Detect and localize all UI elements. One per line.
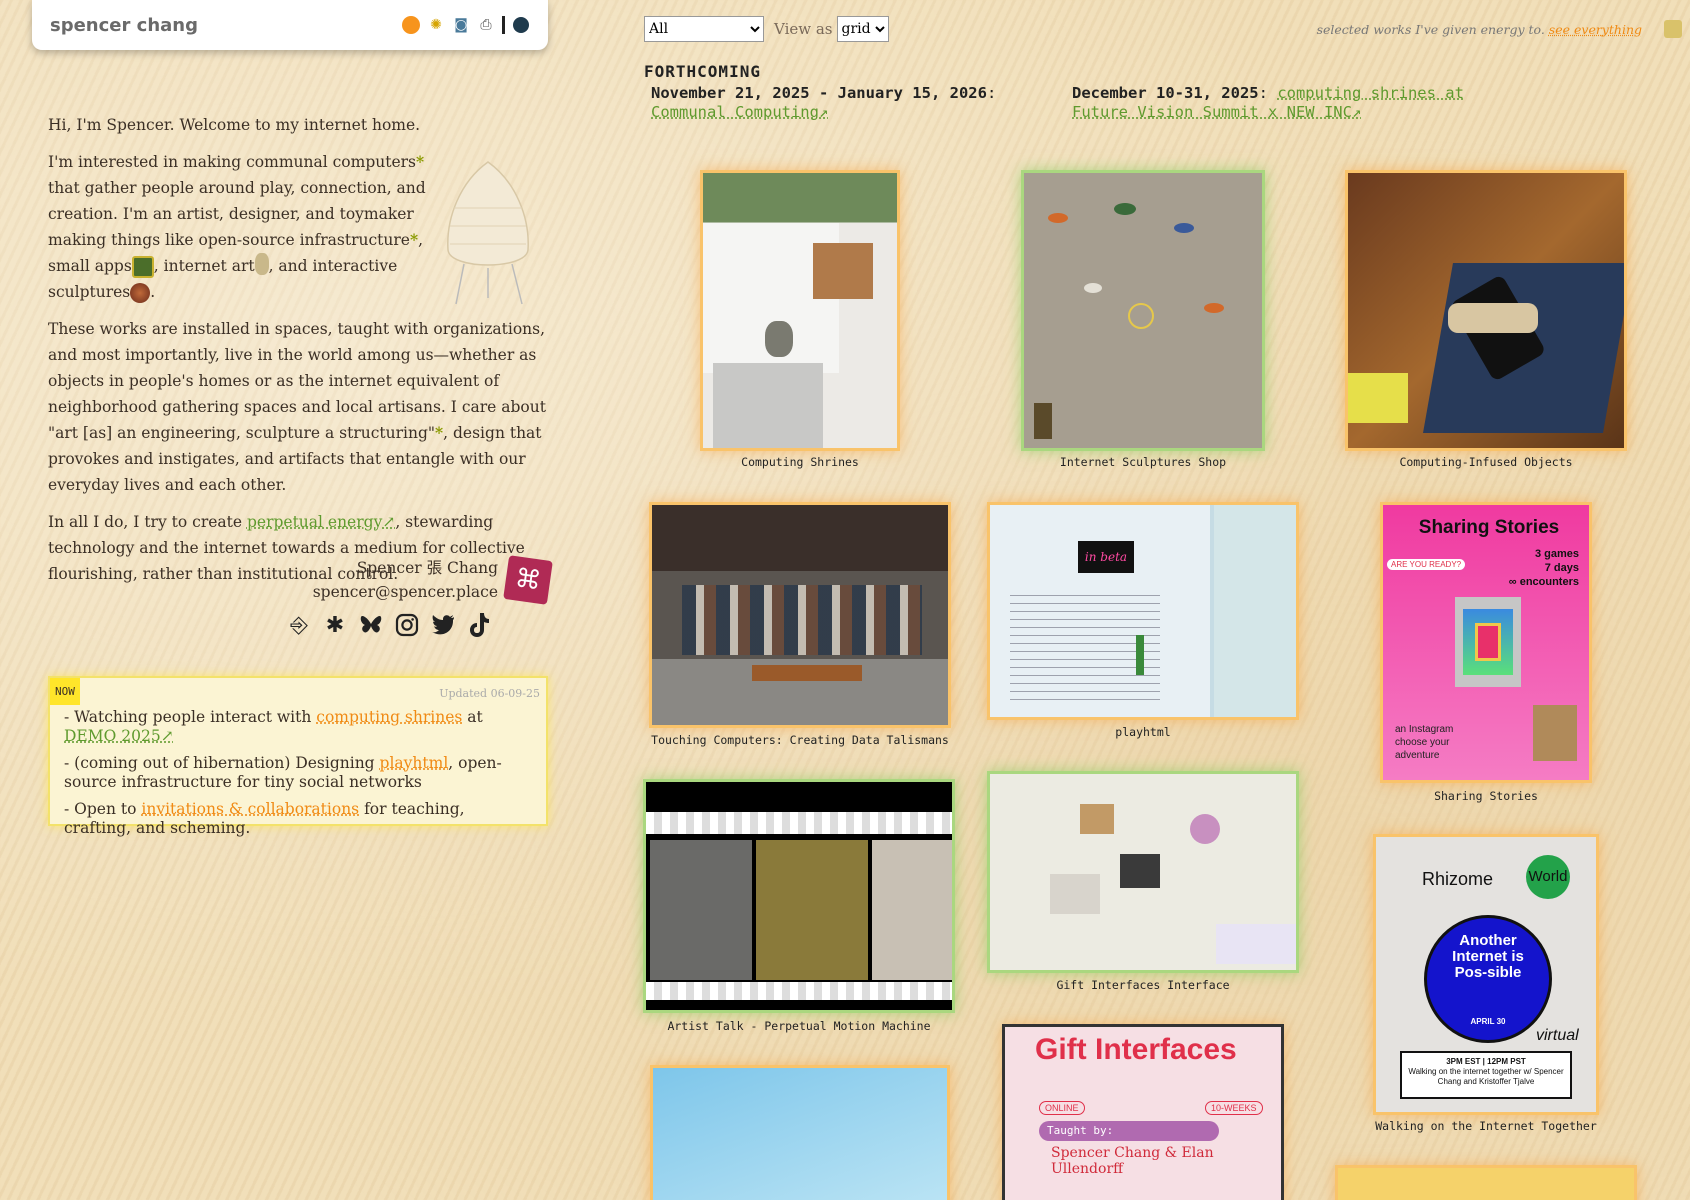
internet-art-icon[interactable] [255,253,269,275]
work-card-internet-sculptures-shop[interactable]: Internet Sculptures Shop [1021,170,1265,475]
work-card-playhtml[interactable]: in beta playhtml [987,502,1299,742]
work-thumbnail[interactable] [1345,170,1627,451]
work-thumbnail[interactable] [700,170,900,451]
work-thumbnail[interactable] [987,771,1299,973]
forthcoming-title: FORTHCOMING [644,62,761,81]
work-thumbnail[interactable]: Gift Interfaces ONLINE 10-WEEKS Taught b… [1002,1024,1284,1200]
work-card-computing-infused-objects[interactable]: Computing-Infused Objects [1345,170,1627,475]
work-title[interactable]: Walking on the Internet Together [1373,1119,1599,1133]
perpetual-energy-link[interactable]: perpetual energy↗ [247,513,395,531]
gift-poster-title: Gift Interfaces [1035,1035,1255,1065]
work-title[interactable]: Artist Talk - Perpetual Motion Machine [643,1019,955,1033]
now-list: - Watching people interact with computin… [64,708,532,838]
orange-circle-icon[interactable] [402,16,420,34]
work-card-gift-interfaces-poster[interactable]: Gift Interfaces ONLINE 10-WEEKS Taught b… [1002,1024,1284,1200]
dark-circle-icon[interactable] [512,16,530,34]
communal-computing-link[interactable]: Communal Computing↗ [651,103,828,121]
email-address[interactable]: spencer@spencer.place [48,580,498,604]
instagram-icon[interactable] [394,612,420,638]
work-title[interactable]: Computing-Infused Objects [1345,455,1627,469]
site-header: spencer chang ✺ ◙ ⎙ [32,0,548,50]
work-card-artist-talk[interactable]: Artist Talk - Perpetual Motion Machine [643,779,955,1035]
sharing-stories-title: Sharing Stories [1403,517,1575,539]
work-card-gift-interfaces-interface[interactable]: Gift Interfaces Interface [987,771,1299,995]
work-card-walking-internet[interactable]: Rhizome World Another Internet is Pos-si… [1373,834,1599,1134]
work-card-touching-computers[interactable]: Touching Computers: Creating Data Talism… [649,502,951,750]
invitations-link[interactable]: invitations & collaborations [141,800,359,818]
playhtml-beta-label: in beta [1078,541,1134,573]
social-links: ⎆ ✱ [286,612,492,638]
work-card-computing-shrines[interactable]: Computing Shrines [700,170,900,470]
now-panel: NOW Updated 06-09-25 - Watching people i… [48,676,548,826]
view-mode-select[interactable]: grid [837,16,889,42]
paper-lamp-illustration [440,158,536,308]
works-controls: All View as grid [644,16,889,42]
site-title[interactable]: spencer chang [50,15,198,36]
work-title[interactable]: Computing Shrines [700,455,900,469]
bluesky-icon[interactable] [358,612,384,638]
works-tagline: selected works I've given energy to. see… [1317,22,1642,37]
work-title[interactable]: Sharing Stories [1380,789,1592,803]
asterisk-link[interactable]: * [435,423,443,442]
forthcoming-section: FORTHCOMING November 21, 2025 - January … [644,62,761,81]
sunflower-corner-icon[interactable] [1664,20,1682,38]
sculpture-icon[interactable] [130,283,150,303]
mailbox-icon[interactable]: ⎆ [286,612,312,638]
work-thumbnail[interactable] [649,502,951,728]
work-thumbnail[interactable]: Rhizome World Another Internet is Pos-si… [1373,834,1599,1115]
small-app-icon[interactable] [132,256,154,278]
tiktok-icon[interactable] [466,612,492,638]
now-item: - Open to invitations & collaborations f… [64,800,532,838]
work-card-yellow[interactable] [1335,1165,1637,1200]
intro-paragraph-works: These works are installed in spaces, tau… [48,316,548,498]
work-card-sky[interactable] [650,1065,950,1200]
view-as-label: View as [774,20,833,38]
forthcoming-item: November 21, 2025 - January 15, 2026: Co… [651,84,1051,122]
twitter-icon[interactable] [430,612,456,638]
category-filter-select[interactable]: All [644,16,764,42]
camera-icon[interactable]: ◙ [452,16,470,34]
asterisk-link[interactable]: * [410,230,418,249]
divider-bar-icon [502,16,505,34]
now-item: - Watching people interact with computin… [64,708,532,746]
are-na-icon[interactable]: ✱ [322,612,348,638]
work-title[interactable]: playhtml [987,725,1299,739]
signature-name: Spencer 張 Chang [48,556,498,580]
playhtml-link[interactable]: playhtml [380,754,449,772]
work-title[interactable]: Touching Computers: Creating Data Talism… [649,733,951,747]
now-item: - (coming out of hibernation) Designing … [64,754,532,792]
header-icon-bar: ✺ ◙ ⎙ [402,16,530,34]
now-tag: NOW [50,678,80,705]
asterisk-link[interactable]: * [416,152,424,171]
see-everything-link[interactable]: see everything [1549,22,1642,37]
now-updated-date: Updated 06-09-25 [439,684,540,703]
greeting: Hi, I'm Spencer. Welcome to my internet … [48,112,548,138]
sunflower-icon[interactable]: ✺ [427,16,445,34]
computing-shrines-link[interactable]: computing shrines [316,708,462,726]
forthcoming-item: December 10-31, 2025: computing shrines … [1072,84,1472,122]
work-title[interactable]: Internet Sculptures Shop [1021,455,1265,469]
intro-paragraph-interests: I'm interested in making communal comput… [48,149,443,305]
work-thumbnail[interactable]: in beta [987,502,1299,720]
work-thumbnail[interactable]: Sharing Stories 3 games 7 days ∞ encount… [1380,502,1592,783]
work-thumbnail[interactable] [1021,170,1265,451]
work-thumbnail[interactable] [1335,1165,1637,1200]
signature-block: Spencer 張 Chang spencer@spencer.place [48,556,498,604]
work-thumbnail[interactable] [643,779,955,1013]
work-thumbnail[interactable] [650,1065,950,1200]
demo-2025-link[interactable]: DEMO 2025↗ [64,727,174,745]
printer-icon[interactable]: ⎙ [477,16,495,34]
work-title[interactable]: Gift Interfaces Interface [987,978,1299,992]
work-card-sharing-stories[interactable]: Sharing Stories 3 games 7 days ∞ encount… [1380,502,1592,804]
seal-stamp-icon: ⌘ [503,555,553,605]
